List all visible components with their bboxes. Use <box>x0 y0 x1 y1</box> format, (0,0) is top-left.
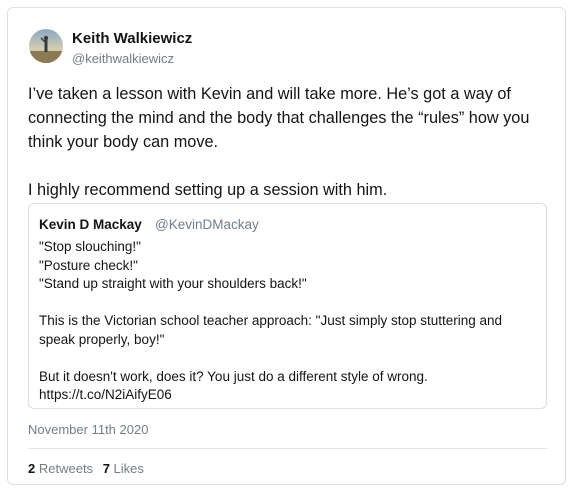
quoted-tweet[interactable]: Kevin D Mackay @KevinDMackay "Stop slouc… <box>28 203 547 409</box>
tweet-text: I’ve taken a lesson with Kevin and will … <box>28 85 530 199</box>
author-name[interactable]: Keith Walkiewicz <box>72 30 192 47</box>
tweet-card: Keith Walkiewicz @keithwalkiewicz I’ve t… <box>7 7 566 485</box>
quoted-author-handle[interactable]: @KevinDMackay <box>155 217 259 232</box>
avatar-image <box>29 29 63 63</box>
quoted-tweet-text: "Stop slouching!" "Posture check!" "Stan… <box>39 239 503 402</box>
divider <box>28 448 547 449</box>
tweet-stats: 2 Retweets 7 Likes <box>28 461 150 476</box>
retweets-count: 2 <box>28 461 36 476</box>
likes-stat[interactable]: 7 Likes <box>103 461 144 476</box>
author-handle[interactable]: @keithwalkiewicz <box>72 51 174 66</box>
likes-count: 7 <box>102 461 110 476</box>
tweet-date[interactable]: November 11th 2020 <box>28 422 148 437</box>
retweets-stat[interactable]: 2 Retweets <box>28 461 93 476</box>
quoted-author-name[interactable]: Kevin D Mackay <box>39 217 142 232</box>
avatar[interactable] <box>29 29 63 63</box>
retweets-label: Retweets <box>38 461 94 476</box>
likes-label: Likes <box>113 461 144 476</box>
